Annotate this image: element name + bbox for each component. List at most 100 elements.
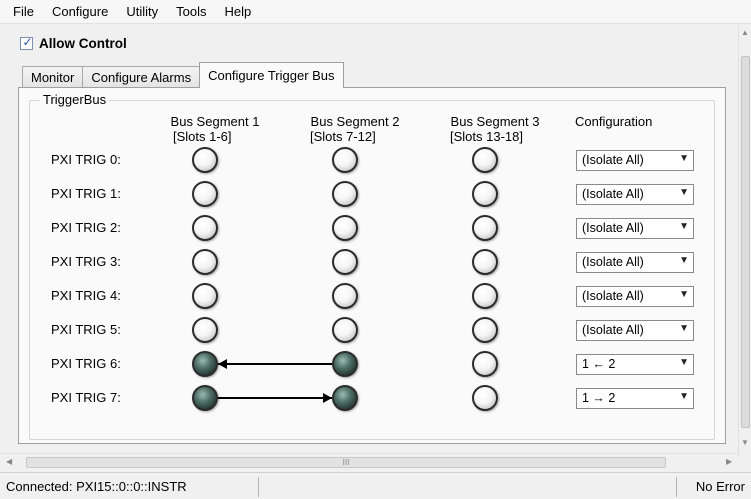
segment-1-led-off[interactable]	[192, 215, 218, 241]
menu-configure[interactable]: Configure	[43, 4, 117, 19]
column-header-segment-1: Bus Segment 1 [Slots 1-6]	[160, 114, 270, 144]
column-header-line: Bus Segment 3	[450, 114, 540, 129]
arrow-left-icon	[218, 359, 227, 369]
configuration-value: (Isolate All)	[582, 187, 644, 201]
allow-control-label: Allow Control	[39, 36, 127, 51]
segment-3-led-off[interactable]	[472, 351, 498, 377]
trigger-row-label: PXI TRIG 5:	[51, 322, 121, 337]
scroll-right-icon[interactable]: ▶	[726, 457, 732, 466]
segment-3-led-off[interactable]	[472, 317, 498, 343]
trigger-row-label: PXI TRIG 6:	[51, 356, 121, 371]
column-header-line: Bus Segment 1	[170, 114, 260, 129]
trigger-row-label: PXI TRIG 3:	[51, 254, 121, 269]
tab-monitor[interactable]: Monitor	[22, 66, 84, 88]
segment-1-led-off[interactable]	[192, 147, 218, 173]
scroll-down-icon[interactable]: ▼	[741, 438, 749, 447]
tab-configure-alarms[interactable]: Configure Alarms	[82, 66, 201, 88]
error-status: No Error	[695, 479, 745, 494]
segment-2-led-off[interactable]	[332, 317, 358, 343]
segment-3-led-off[interactable]	[472, 385, 498, 411]
trigger-row-label: PXI TRIG 7:	[51, 390, 121, 405]
configuration-select[interactable]: 1 ← 2 ▼	[576, 354, 694, 375]
segment-1-led-off[interactable]	[192, 181, 218, 207]
trigger-row-label: PXI TRIG 4:	[51, 288, 121, 303]
segment-2-led-off[interactable]	[332, 283, 358, 309]
segment-2-led-off[interactable]	[332, 181, 358, 207]
column-header-line: Configuration	[575, 114, 653, 129]
chevron-down-icon[interactable]: ▼	[679, 289, 689, 300]
segment-1-led-off[interactable]	[192, 283, 218, 309]
column-header-line: Bus Segment 2	[310, 114, 400, 129]
segment-2-led-off[interactable]	[332, 215, 358, 241]
trigger-bus-group: TriggerBus Bus Segment 1 [Slots 1-6] Bus…	[29, 92, 715, 440]
configuration-select[interactable]: (Isolate All) ▼	[576, 320, 694, 341]
menu-utility[interactable]: Utility	[117, 4, 167, 19]
trigger-bus-panel: TriggerBus Bus Segment 1 [Slots 1-6] Bus…	[18, 87, 726, 444]
status-divider	[676, 477, 677, 497]
configuration-select[interactable]: (Isolate All) ▼	[576, 184, 694, 205]
chevron-down-icon[interactable]: ▼	[679, 323, 689, 334]
configuration-select[interactable]: (Isolate All) ▼	[576, 218, 694, 239]
checkbox-box[interactable]: ✓	[20, 35, 33, 50]
column-header-segment-3: Bus Segment 3 [Slots 13-18]	[440, 114, 550, 144]
configuration-select[interactable]: (Isolate All) ▼	[576, 150, 694, 171]
client-area: ✓ Allow Control Monitor Configure Alarms…	[0, 24, 738, 456]
chevron-down-icon[interactable]: ▼	[679, 255, 689, 266]
segment-3-led-off[interactable]	[472, 147, 498, 173]
column-header-sub: [Slots 1-6]	[173, 129, 232, 144]
chevron-down-icon[interactable]: ▼	[679, 153, 689, 164]
segment-2-led-on[interactable]	[332, 351, 358, 377]
connection-status: Connected: PXI15::0::0::INSTR	[6, 479, 187, 494]
segment-1-led-off[interactable]	[192, 317, 218, 343]
configuration-value: (Isolate All)	[582, 289, 644, 303]
tab-strip: Monitor Configure Alarms Configure Trigg…	[22, 62, 344, 88]
segment-1-led-on[interactable]	[192, 385, 218, 411]
check-icon: ✓	[22, 35, 33, 49]
allow-control-checkbox[interactable]: ✓ Allow Control	[20, 35, 127, 51]
tab-configure-trigger-bus[interactable]: Configure Trigger Bus	[199, 62, 344, 88]
route-line	[218, 397, 332, 399]
arrow-right-icon	[323, 393, 332, 403]
column-header-sub: [Slots 13-18]	[450, 129, 523, 144]
segment-2-led-off[interactable]	[332, 147, 358, 173]
configuration-select[interactable]: (Isolate All) ▼	[576, 286, 694, 307]
configuration-value: (Isolate All)	[582, 255, 644, 269]
group-title: TriggerBus	[40, 92, 110, 107]
segment-3-led-off[interactable]	[472, 215, 498, 241]
segment-3-led-off[interactable]	[472, 283, 498, 309]
chevron-down-icon[interactable]: ▼	[679, 357, 689, 368]
horizontal-scrollbar[interactable]: ◀ III ▶	[0, 453, 738, 470]
menu-help[interactable]: Help	[215, 4, 260, 19]
menu-tools[interactable]: Tools	[167, 4, 215, 19]
horizontal-scroll-thumb[interactable]: III	[26, 457, 666, 468]
status-divider	[258, 477, 259, 497]
scroll-left-icon[interactable]: ◀	[6, 457, 12, 466]
segment-2-led-on[interactable]	[332, 385, 358, 411]
menu-file[interactable]: File	[4, 4, 43, 19]
segment-1-led-off[interactable]	[192, 249, 218, 275]
configuration-value: (Isolate All)	[582, 153, 644, 167]
trigger-row-label: PXI TRIG 0:	[51, 152, 121, 167]
configuration-value: (Isolate All)	[582, 323, 644, 337]
vertical-scrollbar[interactable]: ▲ ▼	[738, 24, 751, 456]
chevron-down-icon[interactable]: ▼	[679, 221, 689, 232]
column-header-sub: [Slots 7-12]	[310, 129, 376, 144]
segment-1-led-on[interactable]	[192, 351, 218, 377]
configuration-value: 1 → 2	[582, 391, 616, 405]
configuration-select[interactable]: (Isolate All) ▼	[576, 252, 694, 273]
configuration-value: 1 ← 2	[582, 357, 616, 371]
scroll-up-icon[interactable]: ▲	[741, 28, 749, 37]
column-header-configuration: Configuration	[575, 114, 675, 129]
vertical-scroll-thumb[interactable]	[741, 56, 750, 428]
chevron-down-icon[interactable]: ▼	[679, 187, 689, 198]
segment-3-led-off[interactable]	[472, 181, 498, 207]
segment-3-led-off[interactable]	[472, 249, 498, 275]
configuration-select[interactable]: 1 → 2 ▼	[576, 388, 694, 409]
segment-2-led-off[interactable]	[332, 249, 358, 275]
trigger-row-label: PXI TRIG 1:	[51, 186, 121, 201]
trigger-row-label: PXI TRIG 2:	[51, 220, 121, 235]
route-line	[218, 363, 332, 365]
chevron-down-icon[interactable]: ▼	[679, 391, 689, 402]
menu-bar: File Configure Utility Tools Help	[0, 0, 751, 24]
configuration-value: (Isolate All)	[582, 221, 644, 235]
